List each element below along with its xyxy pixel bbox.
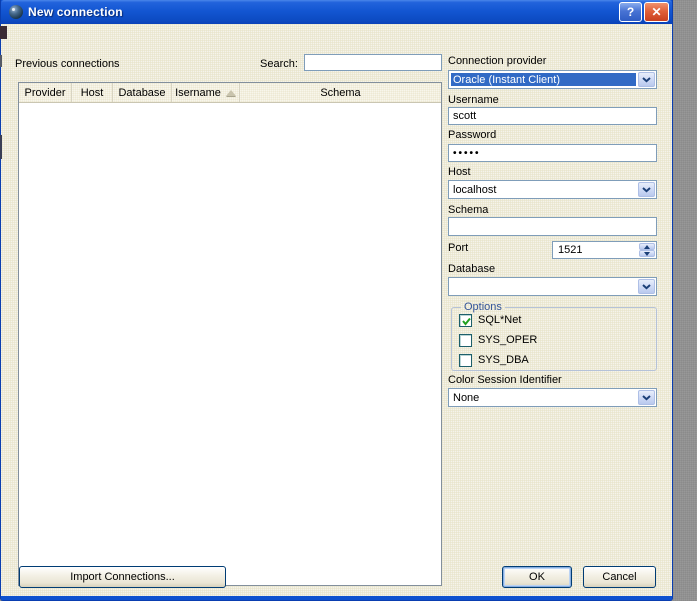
spin-down-icon[interactable]: [639, 250, 655, 257]
help-button[interactable]: ?: [619, 2, 642, 22]
previous-connections-table[interactable]: Provider Host Database Isername Schema: [18, 82, 442, 586]
chevron-down-icon[interactable]: [638, 390, 655, 405]
password-label: Password: [448, 129, 497, 141]
database-select[interactable]: [448, 277, 657, 296]
spin-up-icon[interactable]: [639, 243, 655, 250]
checkbox-icon[interactable]: [459, 353, 472, 367]
search-input[interactable]: [304, 54, 442, 71]
checkbox-sys-oper[interactable]: SYS_OPER: [459, 333, 537, 347]
connection-provider-value: Oracle (Instant Client): [451, 73, 636, 86]
column-header-schema[interactable]: Schema: [240, 83, 441, 102]
username-label: Username: [448, 94, 499, 106]
options-group-label: Options: [461, 301, 505, 313]
search-label: Search:: [260, 58, 298, 70]
port-stepper[interactable]: 1521: [552, 241, 657, 259]
column-header-provider[interactable]: Provider: [19, 83, 72, 102]
chevron-down-icon[interactable]: [638, 182, 655, 197]
help-icon: ?: [626, 5, 635, 19]
window-title: New connection: [28, 5, 123, 19]
previous-connections-label: Previous connections: [15, 58, 120, 70]
column-header-host[interactable]: Host: [72, 83, 113, 102]
connection-provider-label: Connection provider: [448, 55, 547, 67]
titlebar[interactable]: New connection ? ✕: [1, 0, 672, 24]
background-window-sliver: [0, 55, 2, 67]
host-select[interactable]: localhost: [448, 180, 657, 199]
schema-label: Schema: [448, 204, 489, 216]
column-header-username[interactable]: Isername: [172, 83, 240, 102]
chevron-down-icon[interactable]: [638, 72, 655, 87]
checkbox-sys-dba[interactable]: SYS_DBA: [459, 353, 529, 367]
dialog-body: Previous connections Search: Provider Ho…: [1, 24, 672, 596]
close-button[interactable]: ✕: [644, 2, 669, 22]
color-session-identifier-label: Color Session Identifier: [448, 374, 562, 386]
checkbox-icon[interactable]: [459, 313, 472, 327]
background-window-sliver: [0, 26, 7, 39]
new-connection-dialog: New connection ? ✕ Previous connections …: [1, 0, 672, 600]
cancel-button[interactable]: Cancel: [583, 566, 656, 588]
schema-input[interactable]: [448, 217, 657, 236]
table-header-row: Provider Host Database Isername Schema: [19, 83, 441, 103]
port-label: Port: [448, 242, 469, 254]
column-header-database[interactable]: Database: [113, 83, 172, 102]
desktop: New connection ? ✕ Previous connections …: [0, 0, 697, 601]
color-session-identifier-select[interactable]: None: [448, 388, 657, 407]
password-input[interactable]: •••••: [448, 144, 657, 162]
ok-button[interactable]: OK: [502, 566, 572, 588]
checkbox-icon[interactable]: [459, 333, 472, 347]
app-globe-icon: [9, 5, 23, 19]
background-window-sliver: [0, 135, 2, 159]
sort-ascending-icon: [225, 89, 236, 96]
database-label: Database: [448, 263, 496, 275]
import-connections-button[interactable]: Import Connections...: [19, 566, 226, 588]
checkbox-sqlnet[interactable]: SQL*Net: [459, 313, 521, 327]
chevron-down-icon[interactable]: [638, 279, 655, 294]
close-icon: ✕: [651, 5, 662, 19]
username-input[interactable]: scott: [448, 107, 657, 125]
connection-provider-select[interactable]: Oracle (Instant Client): [448, 70, 657, 89]
host-label: Host: [448, 166, 471, 178]
